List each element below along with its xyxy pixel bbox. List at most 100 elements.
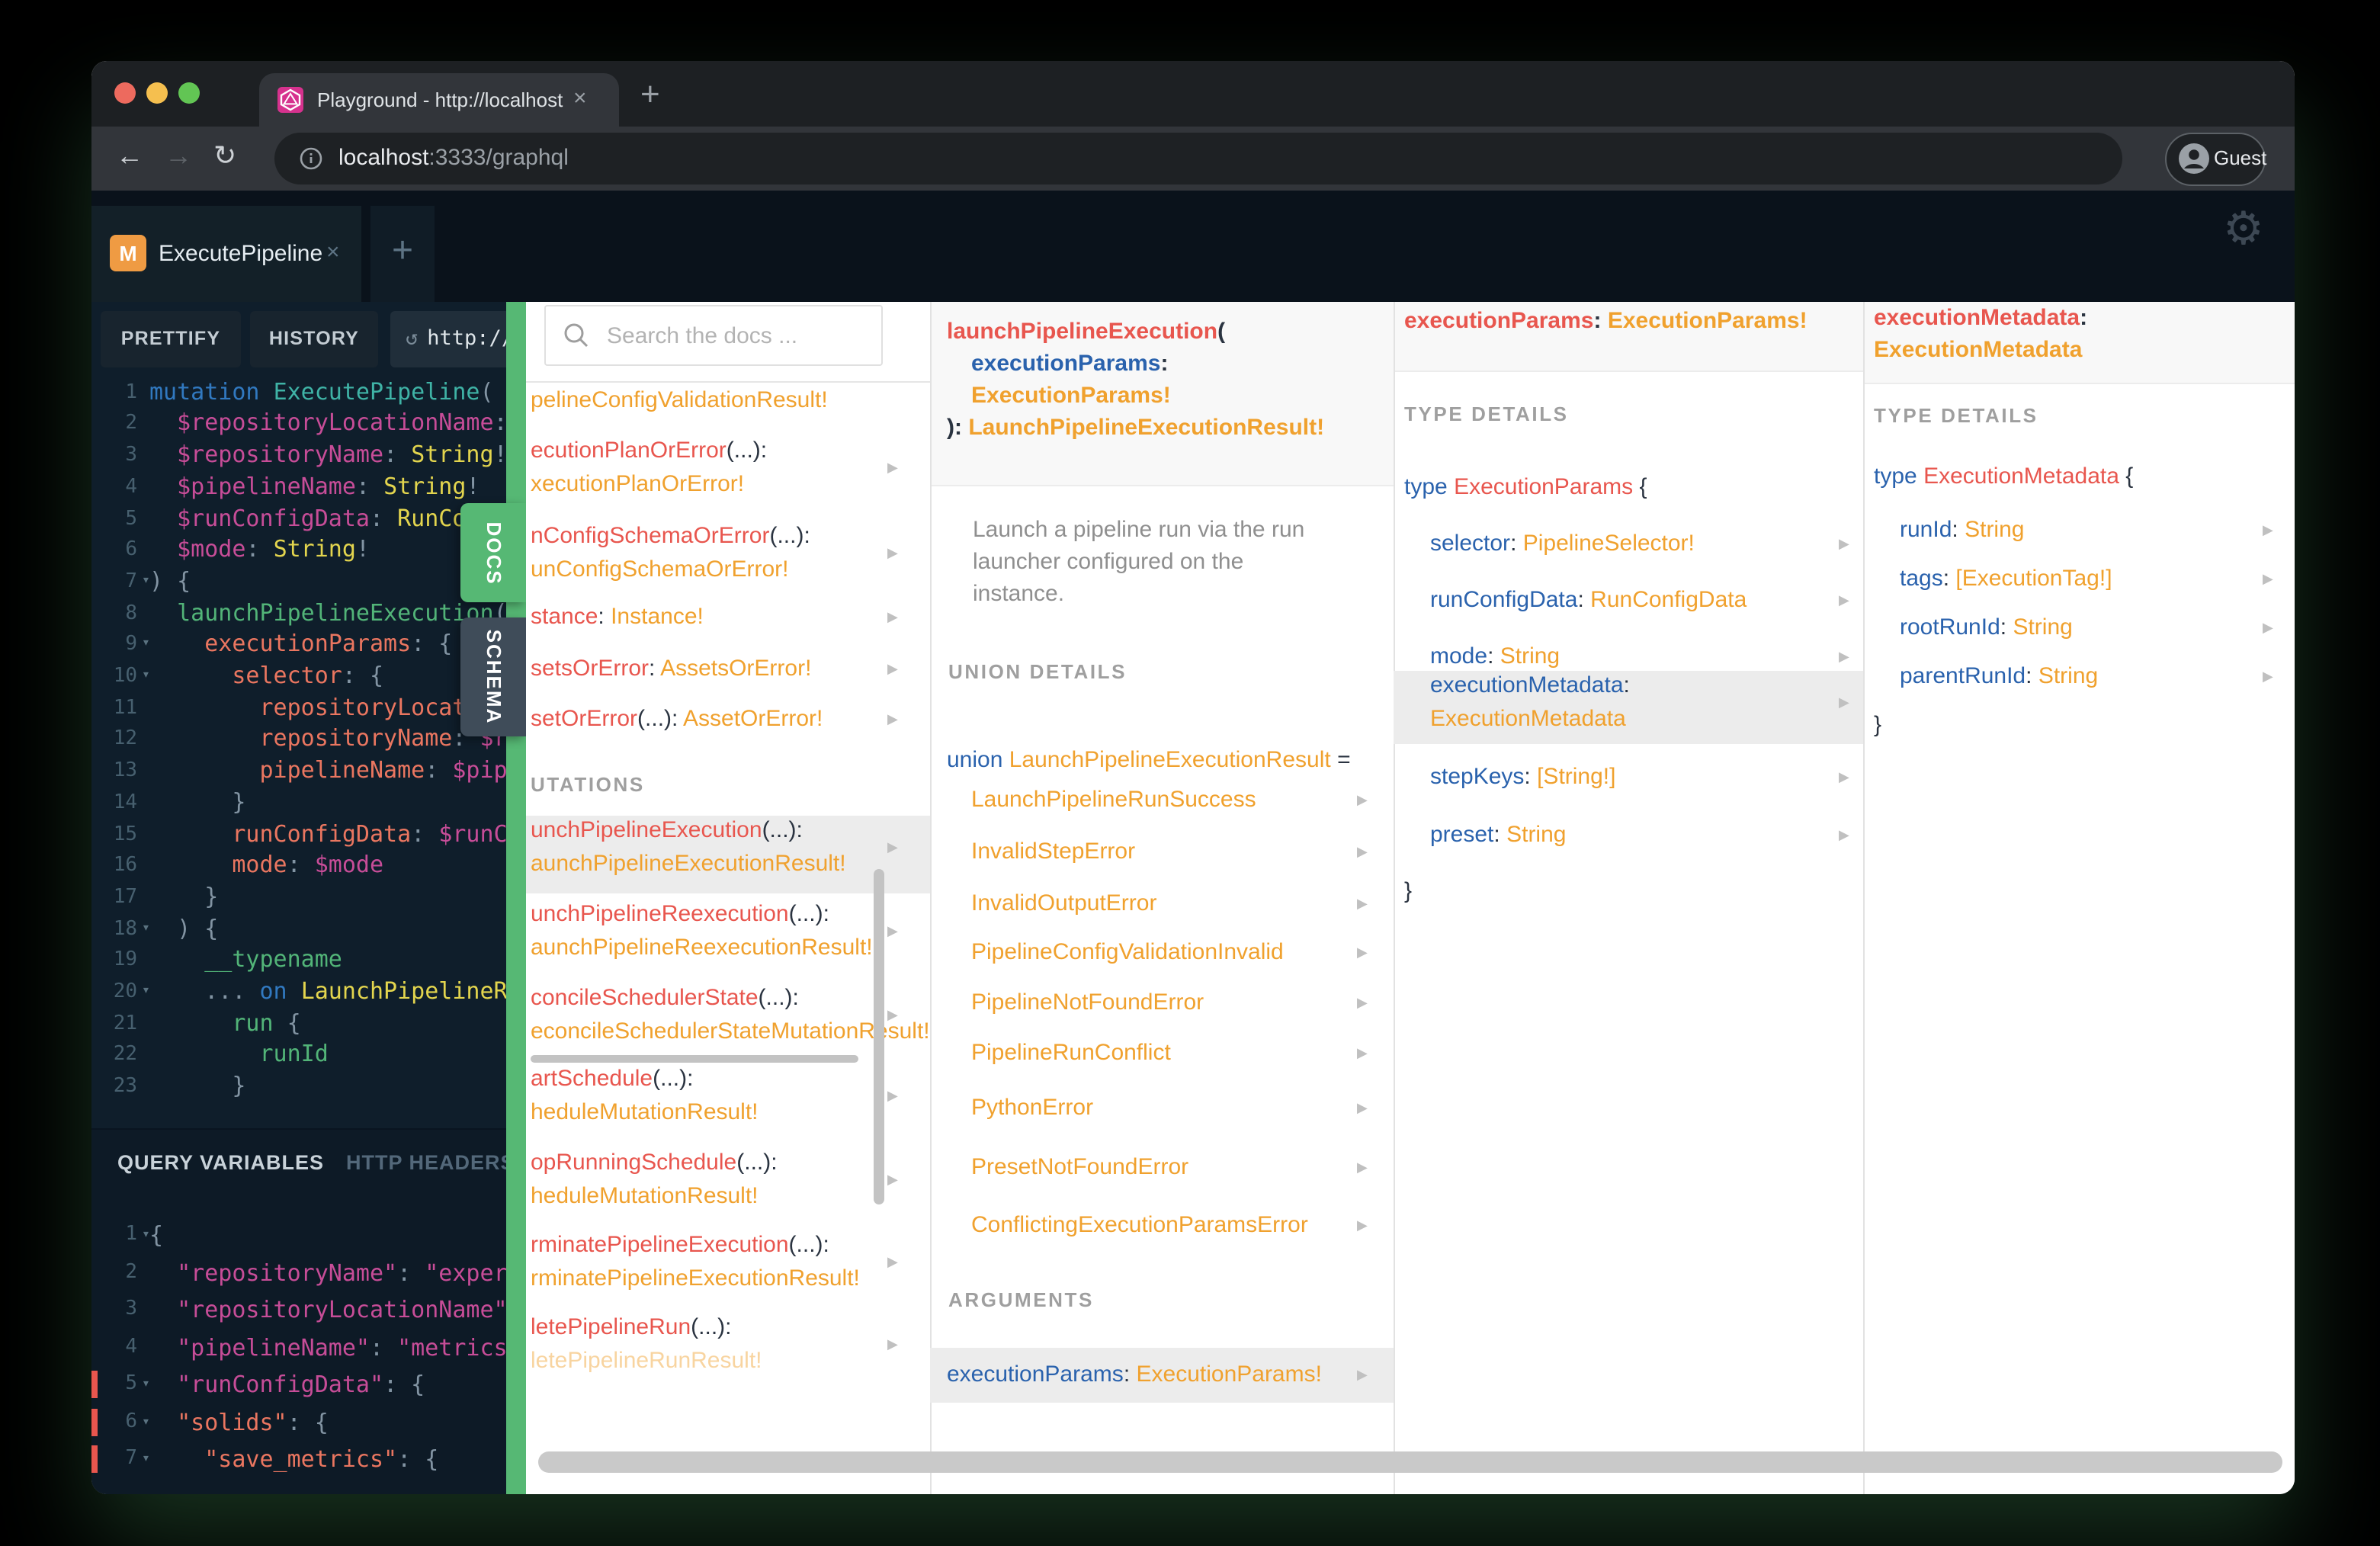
- docs-entry[interactable]: heduleMutationResult!: [531, 1098, 759, 1128]
- chevron-right-icon[interactable]: ▶: [1357, 1217, 1368, 1234]
- docs-entry[interactable]: executionParams: ExecutionParams!: [947, 1360, 1322, 1390]
- chevron-right-icon[interactable]: ▶: [1357, 1367, 1368, 1384]
- docs-entry[interactable]: letePipelineRunResult!: [531, 1346, 762, 1377]
- docs-entry[interactable]: selector: PipelineSelector!: [1430, 529, 1695, 560]
- forward-icon[interactable]: →: [165, 140, 192, 172]
- docs-entry[interactable]: PipelineNotFoundError: [971, 988, 1204, 1018]
- playground-new-tab-button[interactable]: +: [370, 206, 435, 302]
- docs-entry[interactable]: PipelineRunConflict: [971, 1038, 1171, 1069]
- search-input[interactable]: [604, 313, 869, 358]
- chevron-right-icon[interactable]: ▶: [887, 1254, 898, 1271]
- chevron-right-icon[interactable]: ▶: [1839, 649, 1849, 666]
- chevron-right-icon[interactable]: ▶: [2263, 620, 2273, 637]
- docs-entry[interactable]: rootRunId: String: [1900, 613, 2073, 643]
- docs-entry[interactable]: runConfigData: RunConfigData: [1430, 585, 1747, 616]
- chevron-right-icon[interactable]: ▶: [1357, 1100, 1368, 1117]
- docs-entry[interactable]: letePipelineRun(...):: [531, 1313, 732, 1343]
- close-window-button[interactable]: [114, 82, 136, 104]
- new-tab-button[interactable]: +: [640, 75, 660, 114]
- docs-entry[interactable]: nConfigSchemaOrError(...):: [531, 521, 810, 552]
- docs-entry[interactable]: executionParams: ExecutionParams!: [1404, 306, 1807, 337]
- docs-entry[interactable]: ExecutionParams!: [971, 381, 1171, 412]
- docs-entry[interactable]: runId: String: [1900, 515, 2024, 546]
- chevron-right-icon[interactable]: ▶: [887, 1172, 898, 1188]
- docs-entry[interactable]: opRunningSchedule(...):: [531, 1148, 778, 1179]
- chevron-right-icon[interactable]: ▶: [1357, 1160, 1368, 1176]
- tab-http-headers[interactable]: HTTP HEADERS: [346, 1151, 506, 1174]
- docs-entry[interactable]: tags: [ExecutionTag!]: [1900, 564, 2112, 595]
- chevron-right-icon[interactable]: ▶: [2263, 522, 2273, 539]
- chevron-right-icon[interactable]: ▶: [887, 661, 898, 678]
- docs-entry[interactable]: parentRunId: String: [1900, 662, 2098, 692]
- docs-entry[interactable]: launchPipelineExecution(: [947, 317, 1225, 348]
- chevron-right-icon[interactable]: ▶: [887, 839, 898, 856]
- docs-entry[interactable]: InvalidOutputError: [971, 889, 1156, 919]
- docs-entry[interactable]: PresetNotFoundError: [971, 1153, 1188, 1183]
- docs-entry[interactable]: stepKeys: [String!]: [1430, 762, 1615, 793]
- chevron-right-icon[interactable]: ▶: [1357, 792, 1368, 809]
- chevron-right-icon[interactable]: ▶: [1839, 769, 1849, 786]
- docs-entry[interactable]: unchPipelineExecution(...):: [531, 816, 803, 846]
- main-horizontal-scrollbar[interactable]: [538, 1451, 2282, 1473]
- docs-entry[interactable]: ConflictingExecutionParamsError: [971, 1211, 1308, 1241]
- chevron-right-icon[interactable]: ▶: [887, 1088, 898, 1105]
- browser-tab[interactable]: Playground - http://localhost:3 ×: [259, 73, 619, 127]
- docs-entry[interactable]: rminatePipelineExecutionResult!: [531, 1264, 860, 1294]
- vertical-scrollbar[interactable]: [874, 869, 884, 1204]
- history-button[interactable]: HISTORY: [250, 311, 378, 367]
- docs-entry[interactable]: artSchedule(...):: [531, 1064, 693, 1095]
- back-icon[interactable]: ←: [116, 140, 143, 172]
- docs-entry[interactable]: preset: String: [1430, 820, 1566, 851]
- profile-button[interactable]: Guest: [2165, 133, 2266, 186]
- minimize-window-button[interactable]: [146, 82, 168, 104]
- docs-entry[interactable]: xecutionPlanOrError!: [531, 470, 744, 500]
- chevron-right-icon[interactable]: ▶: [1357, 896, 1368, 913]
- docs-search-box[interactable]: [544, 305, 883, 366]
- docs-entry[interactable]: mode: String: [1430, 642, 1560, 672]
- docs-entry[interactable]: aunchPipelineExecutionResult!: [531, 849, 846, 880]
- docs-entry[interactable]: executionParams:: [971, 349, 1168, 380]
- docs-entry[interactable]: aunchPipelineReexecutionResult!: [531, 933, 873, 964]
- chevron-right-icon[interactable]: ▶: [1839, 536, 1849, 553]
- tab-query-variables[interactable]: QUERY VARIABLES: [117, 1151, 324, 1174]
- reload-icon[interactable]: ↻: [213, 140, 236, 172]
- chevron-right-icon[interactable]: ▶: [887, 609, 898, 626]
- docs-entry[interactable]: heduleMutationResult!: [531, 1182, 759, 1212]
- docs-entry[interactable]: stance: Instance!: [531, 602, 704, 633]
- chevron-right-icon[interactable]: ▶: [1357, 945, 1368, 961]
- chevron-right-icon[interactable]: ▶: [1839, 592, 1849, 609]
- docs-entry[interactable]: InvalidStepError: [971, 837, 1135, 868]
- docs-entry[interactable]: ExecutionMetadata: [1874, 335, 2082, 366]
- chevron-right-icon[interactable]: ▶: [887, 1007, 898, 1024]
- chevron-right-icon[interactable]: ▶: [887, 545, 898, 562]
- docs-entry[interactable]: ecutionPlanOrError(...):: [531, 436, 767, 467]
- docs-entry[interactable]: ExecutionMetadata: [1430, 704, 1626, 735]
- tab-docs[interactable]: DOCS: [460, 503, 526, 602]
- docs-entry[interactable]: concileSchedulerState(...):: [531, 983, 799, 1014]
- tab-schema[interactable]: SCHEMA: [460, 617, 526, 736]
- docs-entry[interactable]: LaunchPipelineRunSuccess: [971, 785, 1256, 816]
- chevron-right-icon[interactable]: ▶: [1357, 995, 1368, 1012]
- docs-entry[interactable]: pelineConfigValidationResult!: [531, 386, 828, 416]
- chevron-right-icon[interactable]: ▶: [2263, 669, 2273, 685]
- docs-entry[interactable]: executionMetadata:: [1430, 671, 1630, 701]
- docs-entry[interactable]: unConfigSchemaOrError!: [531, 555, 788, 585]
- chevron-right-icon[interactable]: ▶: [1839, 694, 1849, 711]
- playground-tab[interactable]: M ExecutePipeline ×: [91, 206, 361, 302]
- chevron-right-icon[interactable]: ▶: [887, 923, 898, 940]
- docs-entry[interactable]: econcileSchedulerStateMutationResult!: [531, 1017, 930, 1047]
- docs-entry[interactable]: unchPipelineReexecution(...):: [531, 900, 829, 930]
- docs-entry[interactable]: PipelineConfigValidationInvalid: [971, 938, 1284, 968]
- chevron-right-icon[interactable]: ▶: [1357, 1045, 1368, 1062]
- chevron-right-icon[interactable]: ▶: [887, 711, 898, 728]
- chevron-right-icon[interactable]: ▶: [2263, 571, 2273, 588]
- address-bar[interactable]: localhost:3333/graphql: [274, 133, 2122, 184]
- docs-entry[interactable]: rminatePipelineExecution(...):: [531, 1230, 829, 1261]
- chevron-right-icon[interactable]: ▶: [1357, 844, 1368, 861]
- docs-panel-edge[interactable]: [506, 302, 526, 1494]
- chevron-right-icon[interactable]: ▶: [887, 1336, 898, 1353]
- zoom-window-button[interactable]: [178, 82, 200, 104]
- playground-tab-close-icon[interactable]: ×: [326, 239, 340, 265]
- docs-entry[interactable]: setsOrError: AssetsOrError!: [531, 654, 811, 685]
- chevron-right-icon[interactable]: ▶: [1839, 827, 1849, 844]
